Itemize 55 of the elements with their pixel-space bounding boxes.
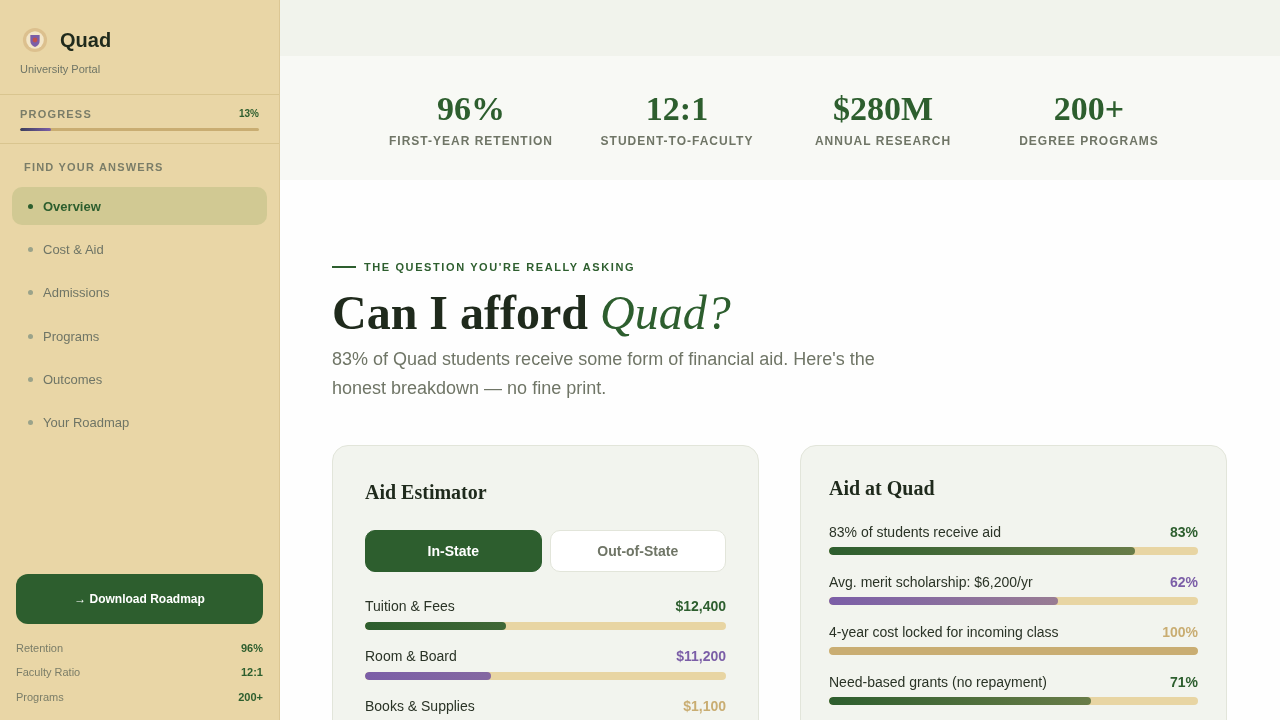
quick-stat-value: 200+ <box>238 690 263 703</box>
dot-icon <box>28 290 33 296</box>
aid-stat-value: 62% <box>1169 574 1198 590</box>
progress-label: PROGRESS <box>20 107 92 121</box>
cost-value: $12,400 <box>675 598 726 614</box>
aid-stat-value: 83% <box>1169 524 1198 540</box>
brand-subtitle: University Portal <box>20 62 101 76</box>
dot-icon <box>28 377 33 383</box>
dot-icon <box>28 246 33 252</box>
download-roadmap-button[interactable]: → Download Roadmap <box>16 573 263 624</box>
progress-reading: 13% <box>239 107 259 121</box>
stat-label: STUDENT-TO-FACULTY <box>600 133 754 148</box>
residency-toggle-button[interactable]: Out-of-State <box>549 530 726 572</box>
stat-value: 96% <box>437 88 505 129</box>
cost-value: $1,100 <box>683 698 726 714</box>
aid-stat-value: 100% <box>1162 624 1198 640</box>
aid-stat-label: Avg. merit scholarship: $6,200/yr <box>829 574 1033 590</box>
stat-label: FIRST-YEAR RETENTION <box>389 133 553 148</box>
lead-paragraph: 83% of Quad students receive some form of financial aid. Here's the honest breakdown — no fine print. <box>332 348 876 400</box>
nav-heading: FIND YOUR ANSWERS <box>23 160 164 174</box>
nav-item[interactable]: Outcomes <box>12 360 267 399</box>
card-title: Aid at Quad <box>829 476 936 501</box>
quick-stat-label: Faculty Ratio <box>16 666 81 679</box>
dot-icon <box>28 333 33 339</box>
hero-title: Can I afford Quad? <box>332 285 731 341</box>
crest-icon <box>22 27 48 53</box>
quick-stat-label: Retention <box>16 641 64 654</box>
quick-stat-value: 12:1 <box>240 666 263 679</box>
accent-rule <box>332 266 356 268</box>
brand-name: Quad <box>60 28 112 52</box>
nav-item[interactable]: Cost & Aid <box>12 230 267 269</box>
cost-label: Tuition & Fees <box>365 598 455 614</box>
nav-item[interactable]: Overview <box>12 187 267 225</box>
cost-label: Room & Board <box>365 648 457 664</box>
cost-value: $11,200 <box>676 648 726 664</box>
residency-toggle-button[interactable]: In-State <box>365 530 542 572</box>
stat-value: 12:1 <box>645 88 709 129</box>
nav-item[interactable]: Your Roadmap <box>12 403 267 442</box>
quick-stat-label: Programs <box>16 690 64 703</box>
stat-label: DEGREE PROGRAMS <box>1019 133 1159 148</box>
eyebrow-text: THE QUESTION YOU'RE REALLY ASKING <box>364 260 636 274</box>
stat-label: ANNUAL RESEARCH <box>814 133 952 148</box>
nav-item[interactable]: Admissions <box>12 273 267 312</box>
aid-stat-label: 4-year cost locked for incoming class <box>829 624 1059 640</box>
aid-stat-label: 83% of students receive aid <box>829 524 1001 540</box>
quick-stat-value: 96% <box>240 641 263 654</box>
stat-value: $280M <box>832 88 934 129</box>
card-title: Aid Estimator <box>365 480 488 505</box>
aid-stat-value: 71% <box>1169 674 1198 690</box>
aid-stat-label: Need-based grants (no repayment) <box>829 674 1047 690</box>
stat-value: 200+ <box>1053 88 1125 129</box>
dot-icon <box>28 420 33 426</box>
cost-label: Books & Supplies <box>365 698 475 714</box>
nav-item[interactable]: Programs <box>12 317 267 356</box>
dot-icon <box>28 203 33 209</box>
